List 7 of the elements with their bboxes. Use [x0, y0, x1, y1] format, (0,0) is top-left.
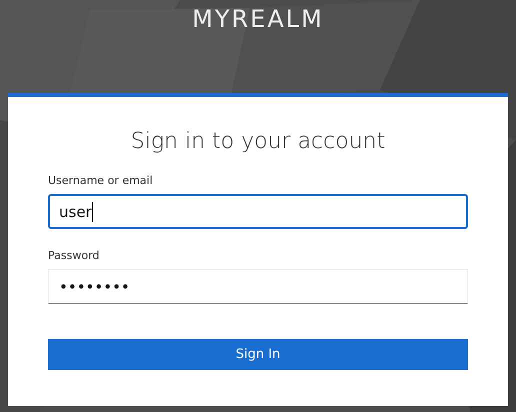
realm-title: MYREALM	[192, 4, 324, 34]
input-field[interactable]: user	[48, 194, 468, 229]
field-label: Username or email	[48, 174, 154, 188]
sign-in-button[interactable]: Sign In	[48, 339, 468, 370]
card-heading: Sign in to your account	[130, 128, 386, 156]
input-field[interactable]: ••••••••	[48, 269, 468, 304]
field-label: Password	[48, 249, 100, 263]
